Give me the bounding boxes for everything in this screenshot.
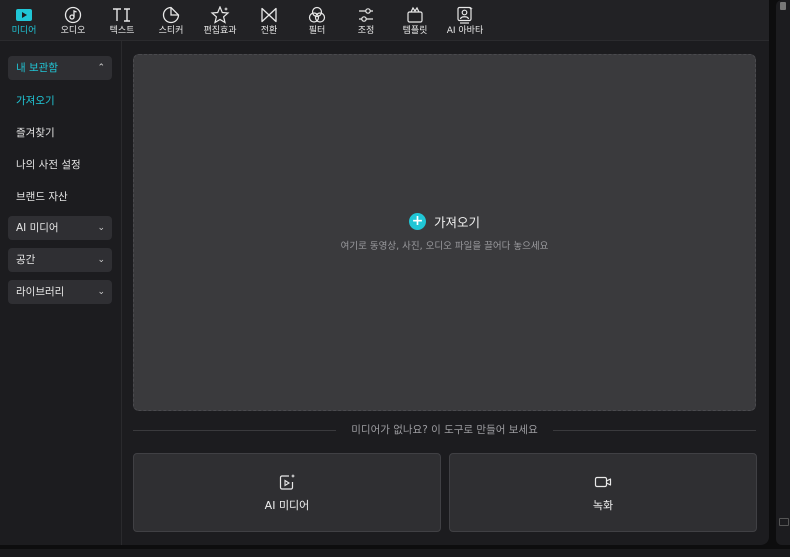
effects-star-icon [210,4,230,26]
panel-edge-icon [780,2,786,10]
record-camera-icon [594,473,612,491]
tool-transition[interactable]: 전환 [253,0,285,40]
tool-effects[interactable]: 편집효과 [201,0,239,40]
template-icon [406,4,424,26]
tools-divider: 미디어가 없나요? 이 도구로 만들어 보세요 [133,421,756,439]
bottom-edge [0,549,790,557]
media-play-icon [15,4,33,26]
tool-filter-label: 필터 [308,26,326,36]
ai-media-card[interactable]: AI 미디어 [133,453,441,532]
import-button[interactable]: + 가져오기 [134,212,755,231]
tool-text[interactable]: 텍스트 [106,0,138,40]
sidebar-section-ai-media-label: AI 미디어 [16,222,59,234]
tool-transition-label: 전환 [260,26,278,36]
sidebar-section-space[interactable]: 공간 ⌄ [8,248,112,272]
sidebar-section-library-store[interactable]: 라이브러리 ⌄ [8,280,112,304]
drop-hint: 여기로 동영상, 사진, 오디오 파일을 끌어다 놓으세요 [340,241,549,252]
record-card[interactable]: 녹화 [449,453,757,532]
tool-audio[interactable]: 오디오 [57,0,89,40]
tool-audio-label: 오디오 [60,26,86,36]
media-panel: 미디어 오디오 텍스트 스티커 편집효과 전환 필터 조정 템플릿 AI 아바타… [0,0,769,545]
tool-sticker[interactable]: 스티커 [155,0,187,40]
sidebar-section-space-label: 공간 [16,254,36,266]
tool-template-label: 템플릿 [402,26,428,36]
tool-text-label: 텍스트 [109,26,135,36]
sidebar-item-import[interactable]: 가져오기 [16,93,55,108]
drop-zone[interactable]: + 가져오기 여기로 동영상, 사진, 오디오 파일을 끌어다 놓으세요 [133,54,756,411]
tool-adjust-label: 조정 [357,26,375,36]
sticker-icon [162,4,180,26]
divider-text: 미디어가 없나요? 이 도구로 만들어 보세요 [351,424,538,436]
filter-icon [308,4,326,26]
sidebar-section-ai-media[interactable]: AI 미디어 ⌄ [8,216,112,240]
sidebar-section-library[interactable]: 내 보관함 ⌃ [8,56,112,80]
ai-media-card-label: AI 미디어 [264,498,310,512]
sidebar-item-presets[interactable]: 나의 사전 설정 [16,157,81,172]
tool-adjust[interactable]: 조정 [350,0,382,40]
tool-template[interactable]: 템플릿 [399,0,431,40]
record-card-label: 녹화 [592,498,614,512]
tool-ai-avatar[interactable]: AI 아바타 [444,0,486,40]
import-label: 가져오기 [433,215,480,230]
chevron-down-icon: ⌄ [97,287,105,297]
audio-note-icon [64,4,82,26]
sidebar: 내 보관함 ⌃ 가져오기 즐겨찾기 나의 사전 설정 브랜드 자산 AI 미디어… [0,41,122,545]
adjacent-panel-edge [776,0,790,545]
sidebar-item-brand-assets[interactable]: 브랜드 자산 [16,189,68,204]
main-content: + 가져오기 여기로 동영상, 사진, 오디오 파일을 끌어다 놓으세요 미디어… [122,41,769,545]
panel-edge-bottom-icon [779,518,789,526]
adjust-sliders-icon [357,4,375,26]
chevron-up-icon: ⌃ [97,63,105,73]
sidebar-section-library-label: 내 보관함 [16,62,58,74]
tool-effects-label: 편집효과 [203,26,237,36]
tool-media[interactable]: 미디어 [8,0,40,40]
tool-ai-avatar-label: AI 아바타 [446,26,484,36]
sidebar-item-favorites[interactable]: 즐겨찾기 [16,125,55,140]
chevron-down-icon: ⌄ [97,223,105,233]
sidebar-section-library-store-label: 라이브러리 [16,286,65,298]
plus-icon: + [408,213,426,230]
ai-media-icon [278,473,296,491]
chevron-down-icon: ⌄ [97,255,105,265]
top-toolbar: 미디어 오디오 텍스트 스티커 편집효과 전환 필터 조정 템플릿 AI 아바타 [0,0,769,41]
ai-avatar-icon [456,4,474,26]
tool-filter[interactable]: 필터 [301,0,333,40]
tool-sticker-label: 스티커 [158,26,184,36]
tool-media-label: 미디어 [11,26,37,36]
text-ti-icon [112,4,132,26]
transition-bowtie-icon [260,4,278,26]
